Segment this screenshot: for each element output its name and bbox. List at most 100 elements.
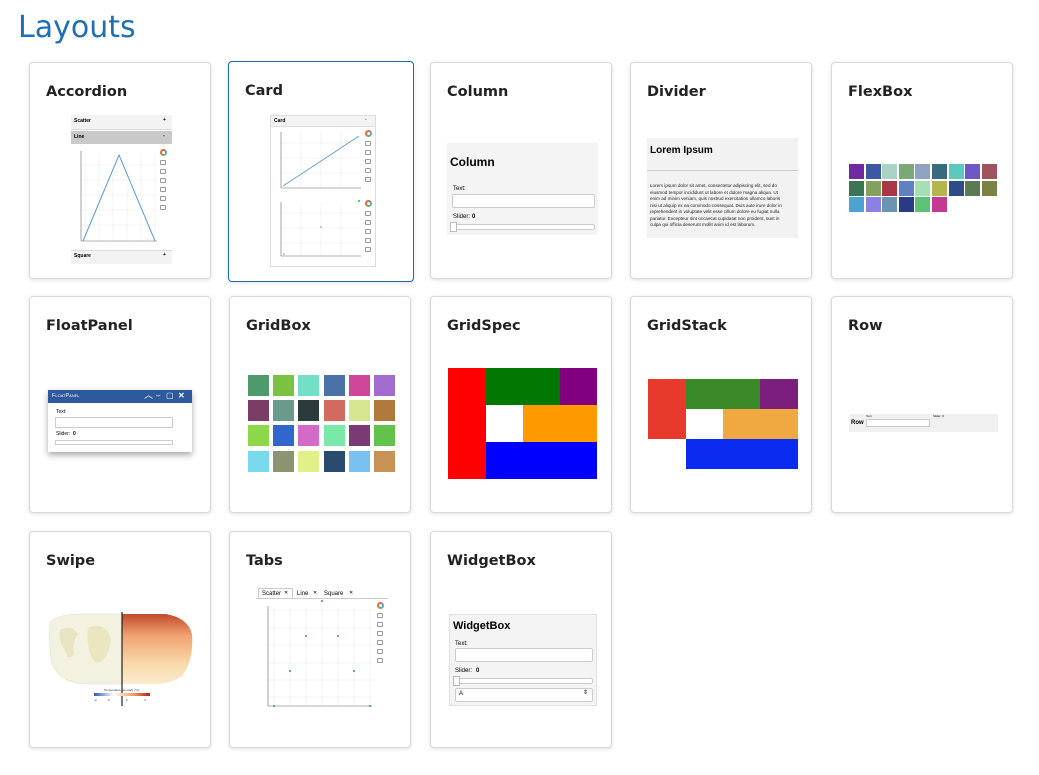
reset-icon[interactable]: [365, 238, 371, 243]
reset-icon[interactable]: [365, 168, 371, 173]
lorem-paragraph: Lorem ipsum dolor sit amet, consectetur …: [650, 183, 782, 227]
gridstack-card[interactable]: GridStack: [630, 296, 812, 513]
close-icon[interactable]: ✕: [313, 591, 317, 596]
close-icon[interactable]: ✕: [178, 392, 185, 400]
chart-toolbar[interactable]: [160, 149, 168, 214]
divider-card[interactable]: Divider Lorem Ipsum Lorem ipsum dolor si…: [630, 62, 812, 279]
gridstack-orange-block: [723, 409, 798, 439]
close-icon[interactable]: ✕: [349, 591, 353, 596]
gridbox-color-tile: [348, 450, 370, 472]
flexbox-color-tile: [865, 180, 881, 196]
flexbox-color-tile: [931, 164, 947, 179]
widgetbox-card[interactable]: WidgetBox WidgetBox Text: Slider: 0 A ⇕: [430, 531, 612, 748]
gridspec-blue-block: [486, 442, 597, 479]
tabs-thumbnail: Scatter ✕ Line ✕ Square ✕: [256, 588, 388, 718]
save-icon[interactable]: [160, 187, 166, 192]
gridbox-color-tile: [348, 375, 370, 396]
column-title: Column: [450, 155, 495, 169]
text-input[interactable]: [452, 194, 595, 208]
gridstack-purple-block: [760, 379, 798, 409]
tab-label[interactable]: Line: [297, 591, 308, 597]
zoom-icon[interactable]: [377, 622, 383, 627]
slider-handle[interactable]: [453, 676, 460, 686]
chart-toolbar[interactable]: [377, 602, 385, 667]
pan-icon[interactable]: [160, 160, 166, 165]
gridstack-blue-block: [686, 439, 798, 469]
flexbox-color-tile: [965, 164, 981, 179]
slider-value: 0: [476, 668, 480, 674]
flexbox-color-tile: [849, 164, 864, 179]
flexbox-color-tile: [948, 180, 964, 196]
flexbox-card[interactable]: FlexBox: [831, 62, 1013, 279]
text-label: Text:: [453, 186, 466, 192]
floatpanel-card[interactable]: FloatPanel FloatPanel ︿ – ▢ ✕ Text: Slid…: [29, 296, 211, 513]
flexbox-color-tile: [865, 164, 881, 179]
box-zoom-icon[interactable]: [160, 178, 166, 183]
gridstack-red-block: [648, 379, 686, 439]
help-icon[interactable]: [377, 658, 383, 663]
page-title: Layouts: [18, 10, 136, 45]
text-input[interactable]: [866, 419, 930, 427]
card-card[interactable]: Card Card -: [228, 61, 414, 282]
column-card[interactable]: Column Column Text: Slider: 0: [430, 62, 612, 279]
close-icon[interactable]: ✕: [284, 591, 288, 596]
pan-icon[interactable]: [365, 141, 371, 146]
select-dropdown[interactable]: [455, 688, 593, 702]
zoom-icon[interactable]: [160, 169, 166, 174]
flexbox-color-tile: [898, 197, 914, 213]
slider-track[interactable]: [455, 678, 593, 684]
slider-track[interactable]: [452, 224, 595, 230]
card-title: WidgetBox: [447, 553, 536, 569]
zoom-icon[interactable]: [365, 220, 371, 225]
flexbox-color-tile: [849, 180, 864, 196]
smallify-icon[interactable]: –: [156, 392, 160, 400]
card-title: Accordion: [46, 84, 128, 100]
swipe-map-right: [122, 614, 193, 685]
pan-icon[interactable]: [377, 613, 383, 618]
help-icon[interactable]: [365, 247, 371, 252]
gridbox-color-tile: [323, 375, 345, 396]
floatpanel-thumbnail: FloatPanel ︿ – ▢ ✕ Text: Slider: 0: [48, 390, 192, 452]
divider-thumbnail: Lorem Ipsum Lorem ipsum dolor sit amet, …: [647, 138, 798, 238]
gridbox-color-tile: [298, 400, 320, 422]
card-line-chart: [280, 132, 361, 189]
divider-line: [647, 170, 798, 171]
slider-value: 0: [472, 214, 476, 220]
gridbox-thumbnail: [248, 375, 395, 472]
expand-icon: +: [163, 117, 166, 123]
row-thumbnail: Row Text: Slider: 0: [849, 414, 998, 432]
box-zoom-icon[interactable]: [365, 229, 371, 234]
chart-toolbar[interactable]: [365, 130, 373, 186]
gridbox-card[interactable]: GridBox: [229, 296, 411, 513]
slider-track[interactable]: [55, 440, 173, 445]
help-icon[interactable]: [160, 205, 166, 210]
flexbox-color-tile: [865, 197, 881, 213]
save-icon[interactable]: [377, 640, 383, 645]
box-zoom-icon[interactable]: [365, 159, 371, 164]
reset-icon[interactable]: [160, 196, 166, 201]
row-card[interactable]: Row Row Text: Slider: 0: [831, 296, 1013, 513]
tab-label[interactable]: Square: [324, 591, 343, 597]
slider-handle[interactable]: [450, 222, 457, 232]
gridspec-red-block: [448, 368, 486, 479]
column-thumbnail: Column Text: Slider: 0: [447, 143, 598, 235]
swipe-map-left: [49, 613, 123, 685]
text-input[interactable]: [55, 417, 173, 428]
swipe-card[interactable]: Swipe Temperature Anomaly (°C) -2 0 2 4: [29, 531, 211, 748]
accordion-card[interactable]: Accordion Scatter + Line - Square +: [29, 62, 211, 279]
flexbox-color-tile: [931, 180, 947, 196]
tabs-card[interactable]: Tabs Scatter ✕ Line ✕ Square ✕: [229, 531, 411, 748]
reset-icon[interactable]: [377, 649, 383, 654]
minimize-icon[interactable]: ︿: [144, 391, 153, 400]
gridspec-card[interactable]: GridSpec: [430, 296, 612, 513]
chart-toolbar[interactable]: [365, 200, 373, 256]
help-icon[interactable]: [365, 177, 371, 182]
bokeh-logo-icon: [160, 149, 167, 156]
zoom-icon[interactable]: [365, 150, 371, 155]
flexbox-color-tile: [849, 197, 864, 213]
text-input[interactable]: [455, 648, 593, 662]
maximize-icon[interactable]: ▢: [166, 392, 174, 400]
pan-icon[interactable]: [365, 211, 371, 216]
card-title: Swipe: [46, 553, 96, 569]
box-zoom-icon[interactable]: [377, 631, 383, 636]
